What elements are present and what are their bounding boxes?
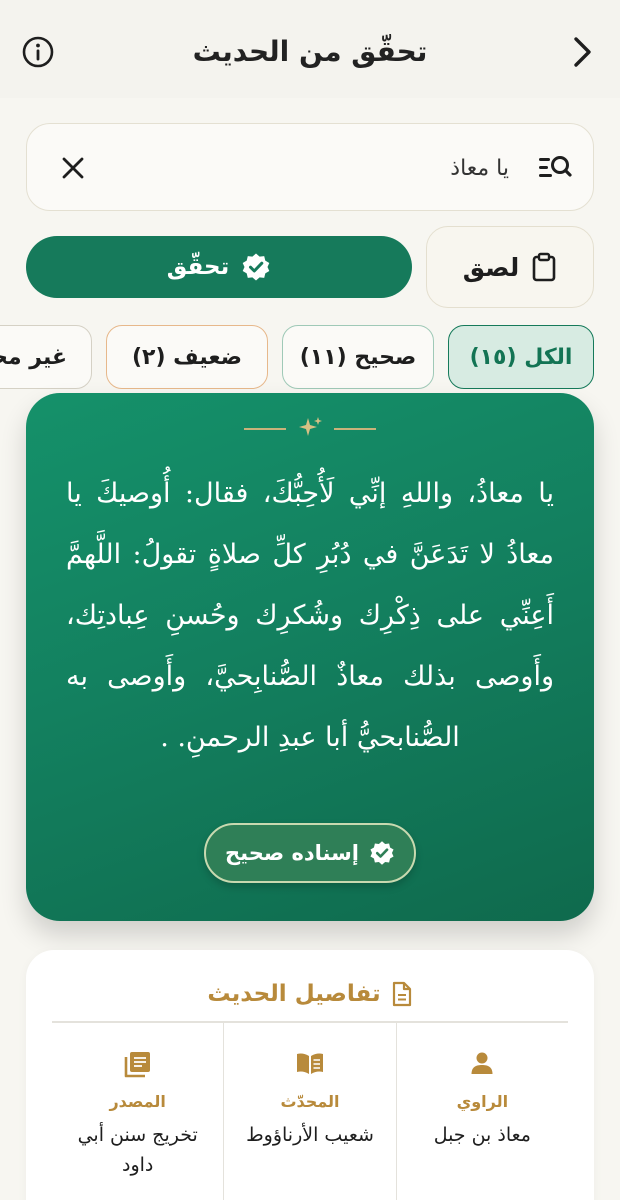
- verify-label: تحقّق: [166, 254, 230, 280]
- filter-chips: الكل (١٥) صحيح (١١) ضعيف (٢) غير محدد: [0, 325, 620, 389]
- document-icon: [392, 981, 411, 1007]
- info-circle-icon: [22, 36, 54, 68]
- filter-chip-all[interactable]: الكل (١٥): [448, 325, 594, 389]
- book-list-icon: [124, 1052, 150, 1078]
- page-title: تحقّق من الحديث: [192, 35, 428, 68]
- detail-muhaddith: المحدّث شعيب الأرناؤوط: [224, 1022, 397, 1200]
- ornament-line: [334, 428, 376, 430]
- card-ornament: [26, 415, 594, 441]
- verified-badge-icon: [242, 253, 270, 281]
- filter-chip-sahih[interactable]: صحيح (١١): [282, 325, 434, 389]
- detail-value: شعيب الأرناؤوط: [246, 1124, 374, 1146]
- hadith-text: يا معاذُ، واللهِ إنِّي لَأُحِبُّكَ، فقال…: [66, 478, 554, 753]
- paste-button[interactable]: لصق: [426, 226, 594, 308]
- open-book-icon: [297, 1053, 324, 1074]
- details-header: تفاصيل الحديث: [26, 976, 594, 1012]
- filter-chip-undetermined[interactable]: غير محدد: [0, 325, 92, 389]
- detail-narrator: الراوي معاذ بن جبل: [397, 1022, 568, 1200]
- app-header: تحقّق من الحديث: [0, 0, 620, 98]
- info-button[interactable]: [16, 30, 60, 74]
- details-columns: الراوي معاذ بن جبل المحدّث شعيب الأرناؤو…: [52, 1022, 568, 1200]
- hadith-card: يا معاذُ، واللهِ إنِّي لَأُحِبُّكَ، فقال…: [26, 393, 594, 921]
- clear-search-button[interactable]: [53, 148, 93, 188]
- search-bar: [26, 123, 594, 211]
- detail-label: الراوي: [456, 1092, 509, 1111]
- verify-button[interactable]: تحقّق: [26, 236, 412, 298]
- detail-value: تخريج سنن أبي داود: [77, 1124, 198, 1176]
- detail-value: معاذ بن جبل: [433, 1124, 531, 1146]
- chevron-right-icon: [574, 37, 591, 67]
- search-input[interactable]: [127, 146, 509, 190]
- detail-label: المحدّث: [280, 1092, 340, 1111]
- close-icon: [62, 157, 84, 179]
- filter-chip-daif[interactable]: ضعيف (٢): [106, 325, 268, 389]
- list-search-icon: [539, 156, 572, 177]
- detail-source: المصدر تخريج سنن أبي داود: [52, 1022, 225, 1200]
- hadith-details-card: تفاصيل الحديث الراوي معاذ بن جبل المحدّث…: [26, 950, 594, 1200]
- person-icon: [471, 1052, 493, 1074]
- back-button[interactable]: [560, 30, 604, 74]
- ornament-line: [244, 428, 286, 430]
- detail-label: المصدر: [109, 1092, 166, 1111]
- verified-badge-icon: [370, 841, 394, 865]
- sparkle-icon: [299, 417, 322, 436]
- clipboard-icon: [532, 252, 556, 282]
- grade-label: إسناده صحيح: [225, 841, 359, 865]
- grade-badge[interactable]: إسناده صحيح: [204, 823, 416, 883]
- details-title: تفاصيل الحديث: [207, 981, 381, 1007]
- paste-label: لصق: [462, 252, 520, 282]
